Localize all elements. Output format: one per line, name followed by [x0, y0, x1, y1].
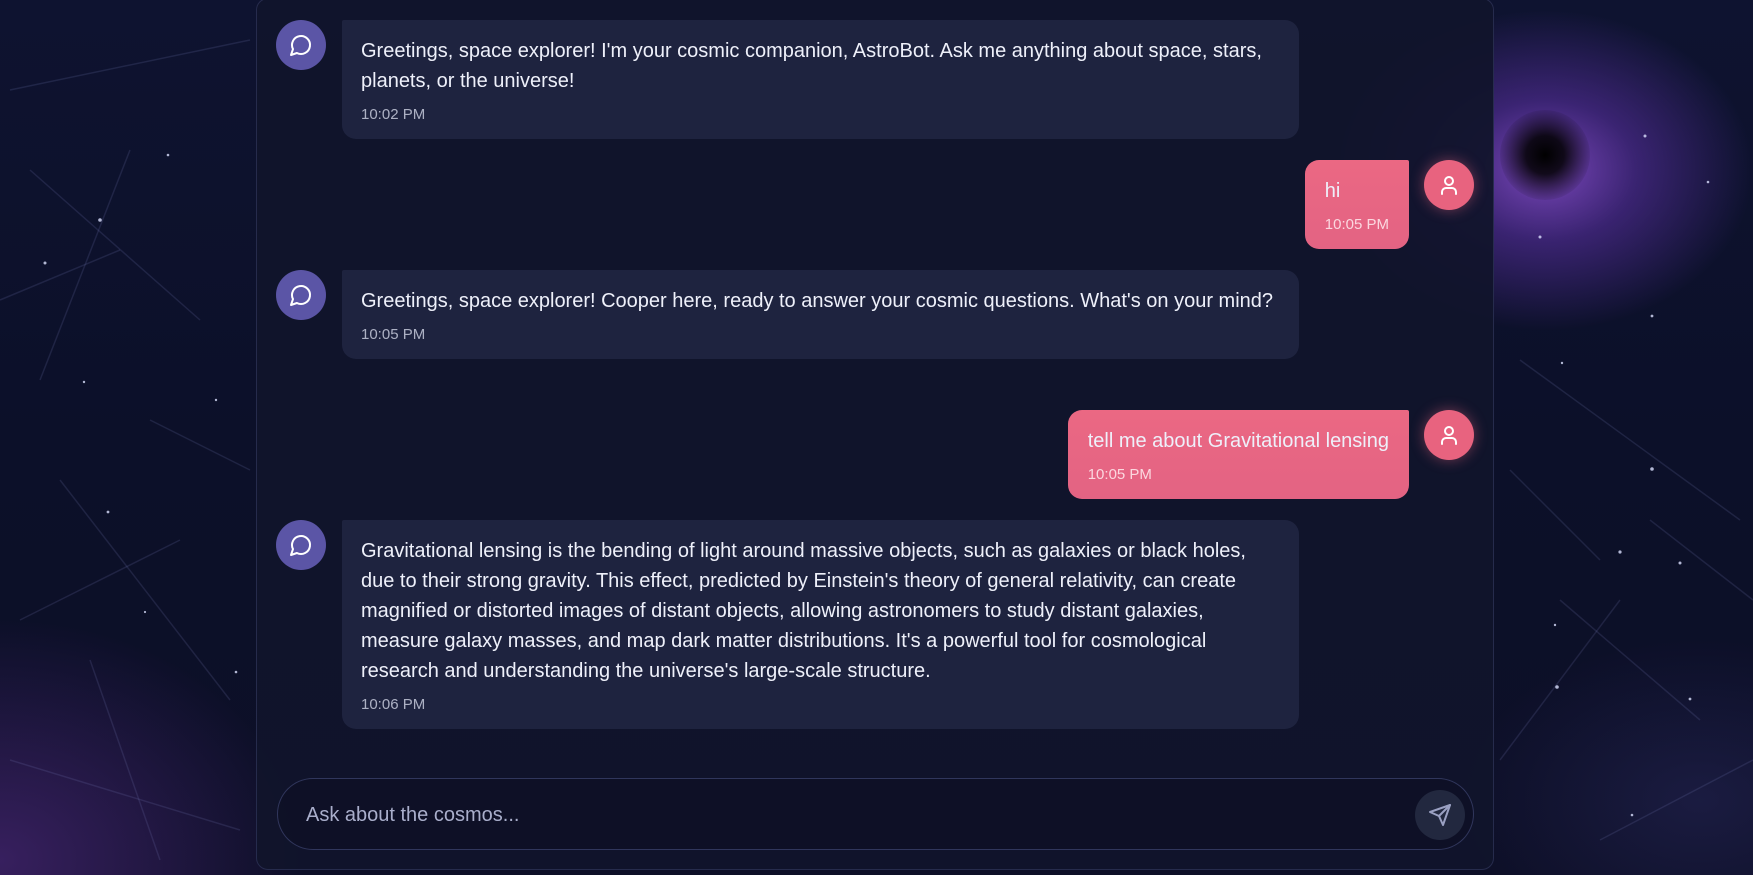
- user-message: hi 10:05 PM: [1304, 160, 1409, 249]
- bot-message: Gravitational lensing is the bending of …: [342, 520, 1299, 729]
- user-avatar: [1424, 410, 1474, 460]
- message-text: tell me about Gravitational lensing: [1087, 430, 1389, 452]
- message-text: Greetings, space explorer! I'm your cosm…: [361, 40, 1262, 92]
- message-text: Gravitational lensing is the bending of …: [361, 540, 1246, 682]
- chat-bubble-icon: [290, 35, 311, 56]
- black-hole-decoration: [1500, 110, 1590, 200]
- send-icon: [1429, 804, 1451, 826]
- user-icon: [1441, 426, 1457, 445]
- message-input[interactable]: [304, 793, 1388, 837]
- user-icon: [1441, 176, 1457, 195]
- message-text: hi: [1324, 180, 1341, 202]
- message-timestamp: 10:06 PM: [361, 696, 426, 713]
- user-message: tell me about Gravitational lensing 10:0…: [1067, 410, 1409, 499]
- message-timestamp: 10:05 PM: [1324, 216, 1389, 233]
- message-timestamp: 10:05 PM: [1087, 466, 1152, 483]
- chat-bubble-icon: [290, 285, 311, 306]
- chat-bubble-icon: [290, 535, 311, 556]
- bot-message: Greetings, space explorer! Cooper here, …: [342, 270, 1299, 359]
- bot-avatar: [276, 270, 326, 320]
- message-timestamp: 10:02 PM: [361, 106, 426, 123]
- message-composer: [277, 778, 1474, 850]
- send-button[interactable]: [1415, 790, 1465, 840]
- bot-message: Greetings, space explorer! I'm your cosm…: [342, 20, 1299, 139]
- message-timestamp: 10:05 PM: [361, 326, 426, 343]
- bot-avatar: [276, 20, 326, 70]
- user-avatar: [1424, 160, 1474, 210]
- bot-avatar: [276, 520, 326, 570]
- message-text: Greetings, space explorer! Cooper here, …: [361, 290, 1274, 312]
